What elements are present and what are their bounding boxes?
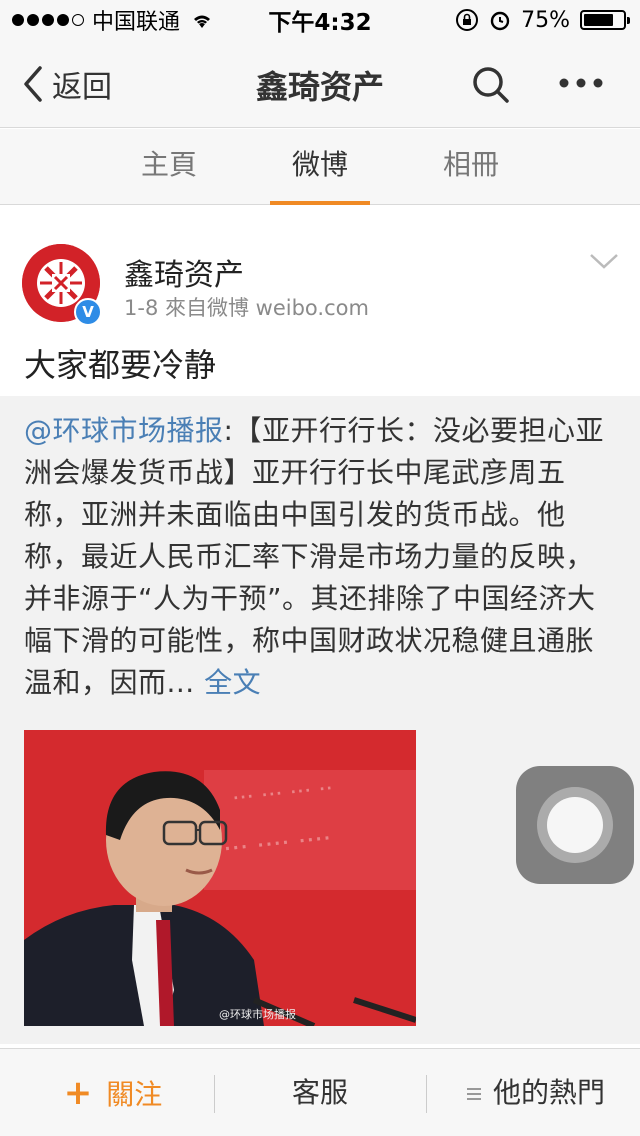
status-time: 下午4:32	[268, 10, 372, 36]
repost-body: :【亚开行行长：没必要担心亚洲会爆发货币战】亚开行行长中尾武彦周五称，亚洲并未面…	[24, 414, 604, 699]
tab-home[interactable]: 主頁	[119, 129, 219, 205]
full-text-link[interactable]: 全文	[204, 666, 261, 699]
list-icon	[466, 1088, 481, 1100]
divider	[426, 1075, 427, 1113]
repost-block[interactable]: @环球市场播报:【亚开行行长：没必要担心亚洲会爆发货币战】亚开行行长中尾武彦周五…	[0, 396, 640, 1044]
hot-posts-button[interactable]: 他的熱門	[460, 1049, 610, 1136]
verified-icon: V	[74, 298, 102, 326]
navigation-bar: 返回 鑫琦资产	[0, 40, 640, 128]
assistive-touch-button[interactable]	[516, 766, 634, 884]
bottom-action-bar: + 關注 客服 他的熱門	[0, 1048, 640, 1136]
author-name[interactable]: 鑫琦资产	[124, 250, 244, 294]
carrier-label: 中国联通	[92, 10, 181, 35]
divider	[214, 1075, 215, 1113]
back-chevron-icon	[24, 66, 42, 102]
mention-link[interactable]: @环球市场播报	[24, 414, 224, 447]
battery-percent: 75%	[521, 7, 570, 33]
profile-tabs: 主頁 微博 相冊	[0, 129, 640, 205]
weibo-post-card[interactable]: V 鑫琦资产 1-8 來自微博 weibo.com 大家都要冷静 @环球市场播报…	[0, 206, 640, 1044]
plus-icon: +	[63, 1073, 93, 1113]
signal-dots-icon	[12, 14, 84, 26]
speaker-photo: ... ... ... .. ... .... ....	[24, 730, 416, 1026]
tab-weibo[interactable]: 微博	[270, 129, 370, 205]
customer-service-button[interactable]: 客服	[260, 1049, 380, 1136]
tab-albums[interactable]: 相冊	[421, 129, 521, 205]
lock-rotation-icon	[456, 9, 479, 31]
post-text: 大家都要冷静	[24, 346, 217, 384]
repost-text: @环球市场播报:【亚开行行长：没必要担心亚洲会爆发货币战】亚开行行长中尾武彦周五…	[24, 410, 612, 704]
chevron-down-icon[interactable]	[588, 252, 620, 270]
back-label: 返回	[52, 70, 112, 105]
alarm-icon	[490, 11, 510, 31]
follow-button[interactable]: + 關注	[58, 1049, 168, 1136]
battery-icon	[580, 10, 630, 30]
post-meta: 1-8 來自微博 weibo.com	[124, 296, 369, 320]
status-bar: 中国联通 下午4:32 75%	[0, 0, 640, 40]
wifi-icon	[194, 15, 211, 28]
more-icon[interactable]	[558, 76, 604, 90]
hot-posts-label: 他的熱門	[492, 1076, 605, 1109]
search-icon[interactable]	[470, 64, 512, 106]
post-image[interactable]: ... ... ... .. ... .... .... @环球市场播报	[24, 730, 416, 1026]
image-watermark: @环球市场播报	[219, 1008, 296, 1021]
follow-label: 關注	[106, 1078, 163, 1111]
back-button[interactable]: 返回	[20, 62, 112, 106]
